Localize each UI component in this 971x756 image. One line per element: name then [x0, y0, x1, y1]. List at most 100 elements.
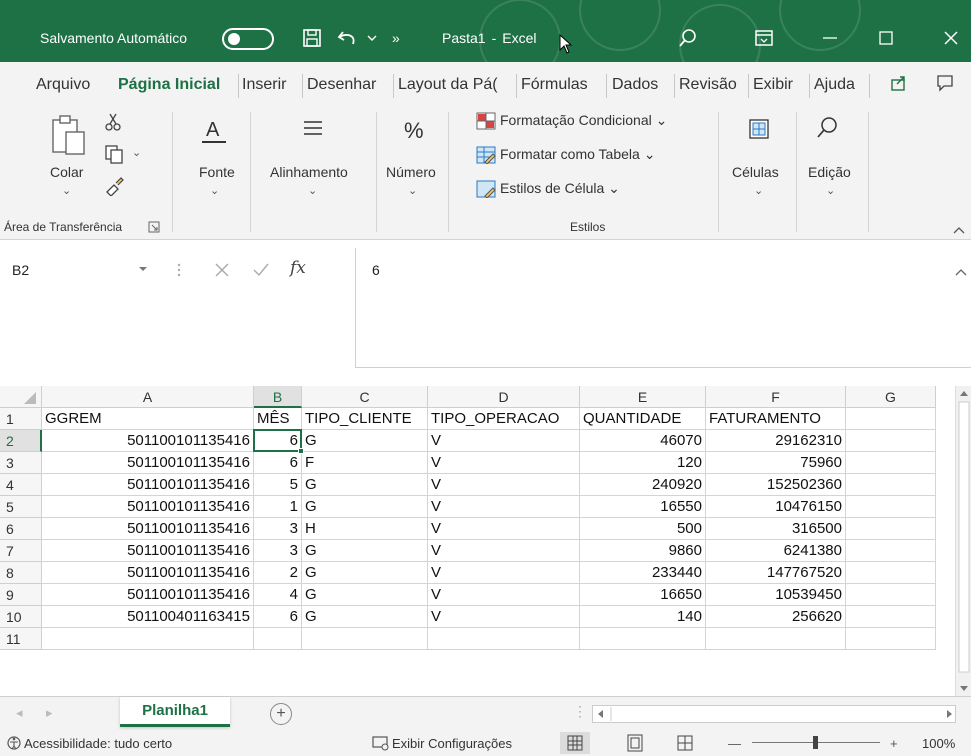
cell-a3[interactable]: 501100101135416: [42, 452, 254, 474]
display-settings-icon[interactable]: [372, 735, 390, 754]
insert-function-icon[interactable]: fx: [290, 258, 306, 278]
cell-g4[interactable]: [846, 474, 936, 496]
cell-g8[interactable]: [846, 562, 936, 584]
cell-c7[interactable]: G: [302, 540, 428, 562]
row-header[interactable]: 8: [0, 562, 42, 584]
maximize-icon[interactable]: [872, 24, 900, 52]
search-icon[interactable]: [674, 24, 702, 52]
cell-b7[interactable]: 3: [254, 540, 302, 562]
cell-d3[interactable]: V: [428, 452, 580, 474]
spreadsheet-grid[interactable]: A B C D E F G 1 GGREM MÊS TIPO_CLIENTE TIPO_OPERACA…: [0, 386, 971, 696]
alignment-label[interactable]: Alinhamento: [270, 164, 348, 180]
cells-dropdown-icon[interactable]: ⌄: [754, 184, 763, 197]
autosave-toggle[interactable]: [222, 28, 274, 50]
font-dropdown-icon[interactable]: ⌄: [210, 184, 219, 197]
cell-b1[interactable]: MÊS: [254, 408, 302, 430]
cell-b8[interactable]: 2: [254, 562, 302, 584]
cell-e4[interactable]: 240920: [580, 474, 706, 496]
number-dropdown-icon[interactable]: ⌄: [408, 184, 417, 197]
cell-f4[interactable]: 152502360: [706, 474, 846, 496]
comments-icon[interactable]: [936, 74, 954, 95]
font-icon[interactable]: A: [200, 116, 228, 149]
cell-a9[interactable]: 501100101135416: [42, 584, 254, 606]
row-header[interactable]: 5: [0, 496, 42, 518]
sheet-tab-planilha1[interactable]: Planilha1: [120, 697, 230, 727]
cell-g10[interactable]: [846, 606, 936, 628]
cell-f5[interactable]: 10476150: [706, 496, 846, 518]
cell-e6[interactable]: 500: [580, 518, 706, 540]
cell-f2[interactable]: 29162310: [706, 430, 846, 452]
formula-input[interactable]: [355, 248, 971, 368]
editing-label[interactable]: Edição: [808, 164, 851, 180]
cell-e5[interactable]: 16550: [580, 496, 706, 518]
dialog-launcher-icon[interactable]: [148, 220, 160, 236]
display-settings-button[interactable]: Exibir Configurações: [392, 736, 512, 751]
column-header-c[interactable]: C: [302, 386, 428, 408]
cell-c9[interactable]: G: [302, 584, 428, 606]
tab-formulas[interactable]: Fórmulas: [521, 76, 588, 94]
cell-c6[interactable]: H: [302, 518, 428, 540]
row-header[interactable]: 3: [0, 452, 42, 474]
cell-b6[interactable]: 3: [254, 518, 302, 540]
column-header-a[interactable]: A: [42, 386, 254, 408]
cell-c8[interactable]: G: [302, 562, 428, 584]
zoom-out-button[interactable]: —: [728, 736, 741, 751]
cell-f1[interactable]: FATURAMENTO: [706, 408, 846, 430]
page-break-view-icon[interactable]: [676, 734, 694, 755]
next-sheet-icon[interactable]: ▸: [46, 705, 53, 721]
ribbon-display-icon[interactable]: [750, 24, 778, 52]
tab-pagina-inicial[interactable]: Página Inicial: [118, 76, 220, 94]
cut-icon[interactable]: [104, 112, 122, 135]
more-commands-icon[interactable]: »: [392, 30, 400, 46]
cell-styles-icon[interactable]: [476, 180, 496, 201]
conditional-format-icon[interactable]: [476, 112, 496, 133]
accessibility-status[interactable]: Acessibilidade: tudo certo: [24, 736, 172, 751]
cell-e9[interactable]: 16650: [580, 584, 706, 606]
collapse-formula-bar-icon[interactable]: [955, 264, 967, 280]
row-header[interactable]: 2: [0, 430, 42, 452]
cell-e7[interactable]: 9860: [580, 540, 706, 562]
number-label[interactable]: Número: [386, 164, 436, 180]
conditional-format-button[interactable]: Formatação Condicional ⌄: [500, 112, 667, 129]
cell-f7[interactable]: 6241380: [706, 540, 846, 562]
format-table-icon[interactable]: [476, 146, 496, 167]
cell-a5[interactable]: 501100101135416: [42, 496, 254, 518]
cell-e8[interactable]: 233440: [580, 562, 706, 584]
cancel-entry-icon[interactable]: [214, 262, 230, 281]
minimize-icon[interactable]: [816, 24, 844, 52]
copy-icon[interactable]: [104, 144, 124, 167]
split-handle-icon[interactable]: ⋮: [573, 703, 587, 720]
cell-d4[interactable]: V: [428, 474, 580, 496]
zoom-slider-thumb[interactable]: [813, 736, 818, 749]
cell-b9[interactable]: 4: [254, 584, 302, 606]
cell-f6[interactable]: 316500: [706, 518, 846, 540]
cell-d11[interactable]: [428, 628, 580, 650]
copy-dropdown-icon[interactable]: ⌄: [132, 146, 141, 159]
tab-ajuda[interactable]: Ajuda: [814, 76, 855, 94]
cell-g1[interactable]: [846, 408, 936, 430]
cell-f9[interactable]: 10539450: [706, 584, 846, 606]
cell-g11[interactable]: [846, 628, 936, 650]
paste-label[interactable]: Colar: [50, 164, 83, 180]
tab-layout[interactable]: Layout da Pá(: [398, 76, 498, 94]
cell-g6[interactable]: [846, 518, 936, 540]
percent-icon[interactable]: %: [400, 116, 428, 147]
share-icon[interactable]: [890, 74, 908, 95]
row-header[interactable]: 11: [0, 628, 42, 650]
cell-f8[interactable]: 147767520: [706, 562, 846, 584]
column-header-b[interactable]: B: [254, 386, 302, 408]
prev-sheet-icon[interactable]: ◂: [16, 705, 23, 721]
editing-dropdown-icon[interactable]: ⌄: [826, 184, 835, 197]
column-header-d[interactable]: D: [428, 386, 580, 408]
undo-dropdown-icon[interactable]: [358, 24, 386, 52]
tab-inserir[interactable]: Inserir: [242, 76, 286, 94]
horizontal-scrollbar[interactable]: [592, 705, 956, 723]
find-icon[interactable]: [816, 116, 838, 143]
fill-handle[interactable]: [298, 448, 304, 454]
cell-a8[interactable]: 501100101135416: [42, 562, 254, 584]
tab-desenhar[interactable]: Desenhar: [307, 76, 376, 94]
row-header[interactable]: 1: [0, 408, 42, 430]
paste-icon[interactable]: [50, 114, 88, 159]
confirm-entry-icon[interactable]: [252, 262, 270, 281]
save-icon[interactable]: [298, 24, 326, 52]
